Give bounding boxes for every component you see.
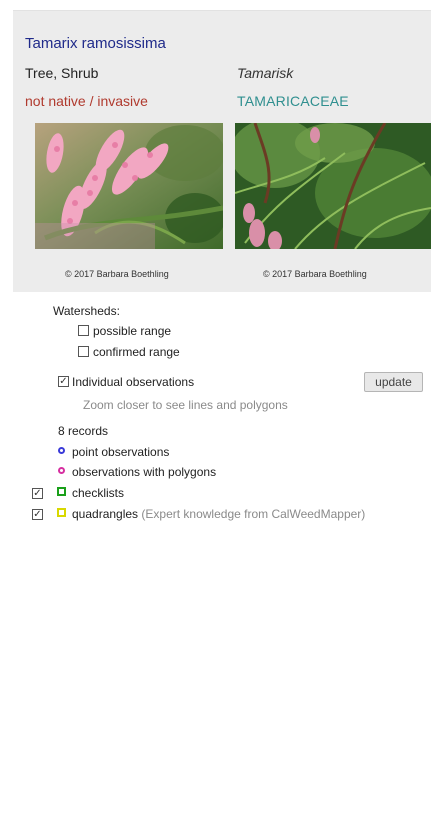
polygon-observations-label: observations with polygons <box>72 465 217 479</box>
individual-observations-checkbox[interactable]: ✓ <box>58 376 69 387</box>
possible-range-checkbox[interactable] <box>78 325 89 336</box>
checklists-checkbox[interactable]: ✓ <box>32 488 43 499</box>
update-button[interactable]: update <box>364 372 423 392</box>
scientific-name[interactable]: Tamarix ramosissima <box>25 35 166 52</box>
zoom-hint: Zoom closer to see lines and polygons <box>83 398 288 412</box>
quadrangles-row[interactable]: quadrangles (Expert knowledge from CalWe… <box>72 507 365 521</box>
confirmed-range-checkbox[interactable] <box>78 346 89 357</box>
species-card: Tamarix ramosissima Tree, Shrub Tamarisk… <box>13 10 431 292</box>
watersheds-label: Watersheds: <box>53 304 120 318</box>
growth-habit: Tree, Shrub <box>25 65 99 81</box>
checklists-label[interactable]: checklists <box>72 486 124 500</box>
yellow-square-icon <box>57 508 66 517</box>
quadrangles-label: quadrangles <box>72 507 139 521</box>
common-name: Tamarisk <box>237 65 294 81</box>
confirmed-range-label[interactable]: confirmed range <box>93 345 180 359</box>
species-photo-foliage[interactable] <box>235 123 431 249</box>
green-square-icon <box>57 487 66 496</box>
individual-observations-label[interactable]: Individual observations <box>72 375 194 389</box>
magenta-circle-icon <box>58 467 65 474</box>
quadrangles-note: (Expert knowledge from CalWeedMapper) <box>141 507 366 521</box>
native-status: not native / invasive <box>25 93 148 109</box>
records-count: 8 records <box>58 424 109 438</box>
photo-credit: © 2017 Barbara Boethling <box>65 269 169 279</box>
possible-range-label[interactable]: possible range <box>93 324 171 338</box>
point-observations-label: point observations <box>72 445 170 459</box>
blue-circle-icon <box>58 447 65 454</box>
family-name[interactable]: TAMARICACEAE <box>237 93 349 109</box>
species-photo-flowers[interactable] <box>35 123 223 249</box>
quadrangles-checkbox[interactable]: ✓ <box>32 509 43 520</box>
photo-credit: © 2017 Barbara Boethling <box>263 269 367 279</box>
